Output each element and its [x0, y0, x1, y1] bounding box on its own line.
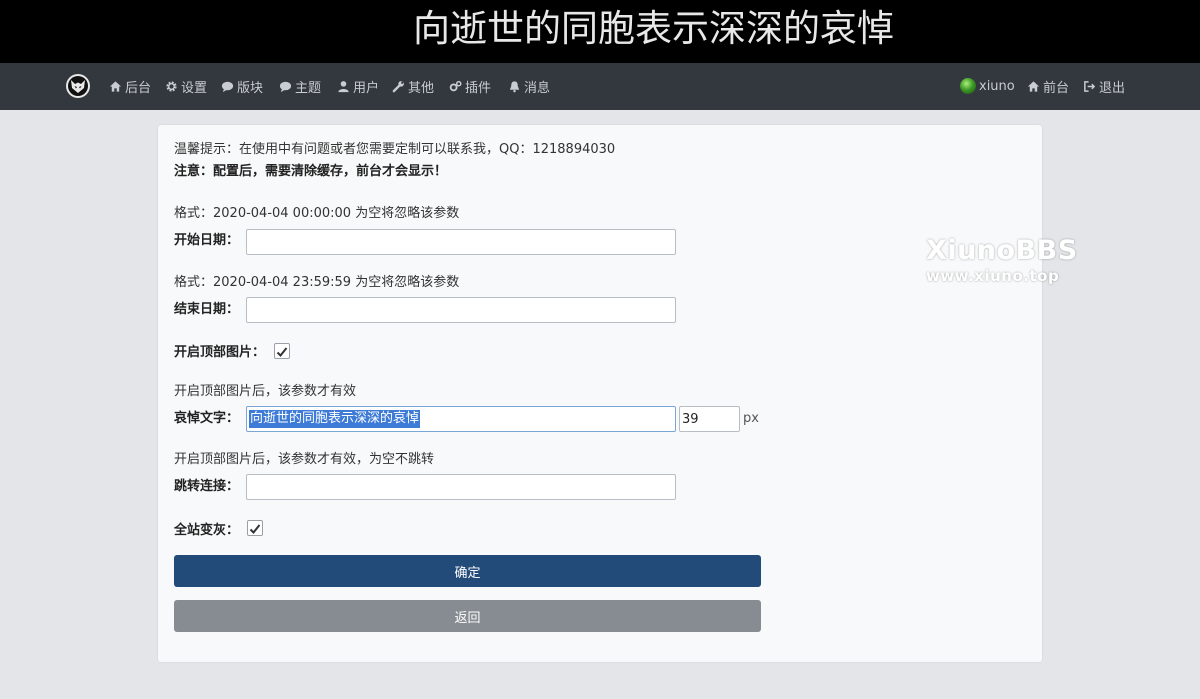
bell-icon	[509, 80, 520, 92]
mourning-banner[interactable]: 向逝世的同胞表示深深的哀悼	[0, 0, 1200, 63]
nav-item-forums[interactable]: 版块	[221, 77, 264, 96]
cache-notice: 注意：配置后，需要清除缓存，前台才会显示！	[174, 164, 448, 179]
nav-item-messages[interactable]: 消息	[508, 77, 551, 96]
site-gray-checkbox[interactable]	[247, 520, 263, 536]
nav-item-settings[interactable]: 设置	[165, 77, 208, 96]
nav-item-threads[interactable]: 主题	[279, 77, 322, 96]
start-date-label: 开始日期：	[174, 233, 240, 248]
end-date-label: 结束日期：	[174, 302, 240, 317]
home-icon	[109, 80, 122, 92]
nav-label: 其他	[408, 80, 435, 96]
nav-user[interactable]: xiuno	[960, 77, 1015, 95]
nav-label: 消息	[524, 80, 551, 96]
nav-label: 前台	[1043, 80, 1070, 96]
start-date-input[interactable]	[246, 229, 676, 255]
nav-label: 用户	[353, 80, 380, 96]
mourning-text-label: 哀悼文字：	[174, 411, 240, 426]
nav-label: 版块	[237, 80, 264, 96]
nav-item-frontend[interactable]: 前台	[1027, 77, 1070, 96]
nav-item-backend[interactable]: 后台	[109, 77, 152, 96]
xiuno-logo-icon[interactable]	[66, 74, 90, 98]
comment-icon	[221, 81, 234, 92]
top-image-checkbox[interactable]	[274, 343, 290, 359]
font-size-input[interactable]	[679, 406, 740, 432]
home-icon	[1027, 80, 1040, 92]
link-hint: 开启顶部图片后，该参数才有效，为空不跳转	[174, 452, 435, 467]
start-date-hint: 格式：2020-04-04 00:00:00 为空将忽略该参数	[174, 206, 460, 221]
back-button[interactable]: 返回	[174, 600, 761, 632]
nav-item-other[interactable]: 其他	[392, 77, 435, 96]
nav-item-users[interactable]: 用户	[337, 77, 380, 96]
comments-icon	[279, 81, 292, 92]
submit-button[interactable]: 确定	[174, 555, 761, 587]
gears-icon	[449, 80, 462, 91]
contact-tip: 温馨提示：在使用中有问题或者您需要定制可以联系我，QQ：1218894030	[174, 142, 616, 157]
top-image-label: 开启顶部图片：	[174, 345, 266, 360]
mourning-text-hint: 开启顶部图片后，该参数才有效	[174, 384, 357, 399]
xiunobbs-watermark: XiunoBBS www.xiuno.top	[926, 235, 1078, 285]
gear-icon	[166, 80, 177, 92]
mourning-text-value: 向逝世的同胞表示深深的哀悼	[249, 410, 421, 428]
user-icon	[338, 80, 349, 92]
checkmark-icon	[249, 524, 261, 534]
nav-item-logout[interactable]: 退出	[1083, 77, 1126, 96]
nav-item-plugins[interactable]: 插件	[449, 77, 492, 96]
link-label: 跳转连接：	[174, 479, 240, 494]
nav-label: 主题	[295, 80, 322, 96]
nav-label: 退出	[1099, 80, 1126, 96]
font-size-unit: px	[743, 411, 759, 426]
watermark-brand: XiunoBBS	[926, 235, 1078, 266]
nav-label: 后台	[125, 80, 152, 96]
avatar	[960, 78, 976, 94]
watermark-url: www.xiuno.top	[926, 267, 1060, 285]
username: xiuno	[979, 78, 1015, 94]
back-button-label: 返回	[454, 610, 481, 626]
banner-text: 向逝世的同胞表示深深的哀悼	[413, 7, 894, 50]
nav-label: 插件	[465, 80, 492, 96]
wrench-icon	[392, 80, 404, 92]
end-date-input[interactable]	[246, 297, 676, 323]
site-gray-label: 全站变灰：	[174, 523, 240, 538]
end-date-hint: 格式：2020-04-04 23:59:59 为空将忽略该参数	[174, 275, 460, 290]
checkmark-icon	[276, 347, 288, 357]
sign-out-icon	[1084, 80, 1096, 92]
admin-navbar: 后台 设置 版块 主题 用户 其他 插件 消息 xiuno 前台 退出	[0, 63, 1200, 110]
link-input[interactable]	[246, 474, 676, 500]
mourning-text-input[interactable]: 向逝世的同胞表示深深的哀悼	[246, 406, 676, 432]
nav-label: 设置	[181, 80, 208, 96]
submit-button-label: 确定	[454, 565, 481, 581]
